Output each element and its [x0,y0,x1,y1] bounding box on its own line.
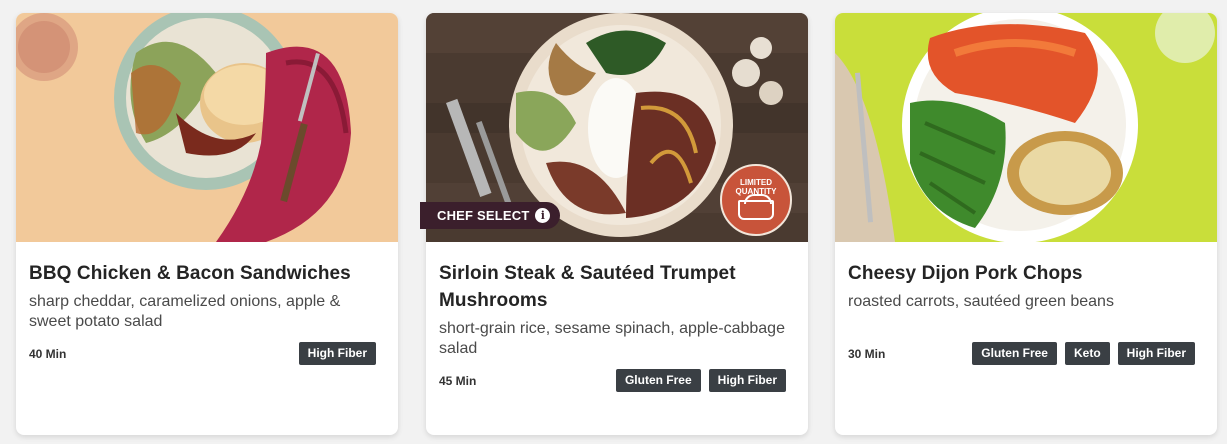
limited-quantity-badge: LIMITED QUANTITY [720,164,792,236]
recipe-card-bbq-chicken[interactable]: BBQ Chicken & Bacon Sandwiches sharp che… [16,13,398,435]
recipe-subtitle: roasted carrots, sautéed green beans [848,293,1114,310]
tag-gluten-free: Gluten Free [615,369,701,392]
bbq-sandwich-photo [16,13,398,242]
basket-icon [738,194,774,220]
pork-chops-photo [835,13,1217,242]
recipe-title[interactable]: BBQ Chicken & Bacon Sandwiches [29,260,385,287]
tag-high-fiber: High Fiber [708,369,786,392]
cook-time: 30 Min [848,346,886,361]
tag-keto: Keto [1064,342,1110,365]
tag-gluten-free: Gluten Free [972,342,1057,365]
recipe-image [16,13,398,242]
info-icon[interactable]: i [535,208,551,223]
recipe-subtitle: short-grain rice, sesame spinach, apple-… [439,320,785,357]
recipe-subtitle: sharp cheddar, caramelized onions, apple… [29,293,341,330]
chef-select-badge[interactable]: CHEF SELECT i [420,202,561,229]
recipe-title[interactable]: Sirloin Steak & Sautéed Trumpet Mushroom… [439,260,795,314]
tag-high-fiber: High Fiber [298,342,376,365]
cook-time: 45 Min [439,373,477,388]
recipe-image [835,13,1217,242]
recipe-card-pork-chops[interactable]: Cheesy Dijon Pork Chops roasted carrots,… [835,13,1217,435]
chef-select-label: CHEF SELECT [437,208,530,223]
cook-time: 40 Min [29,346,67,361]
recipe-title[interactable]: Cheesy Dijon Pork Chops [848,260,1204,287]
tag-high-fiber: High Fiber [1117,342,1195,365]
